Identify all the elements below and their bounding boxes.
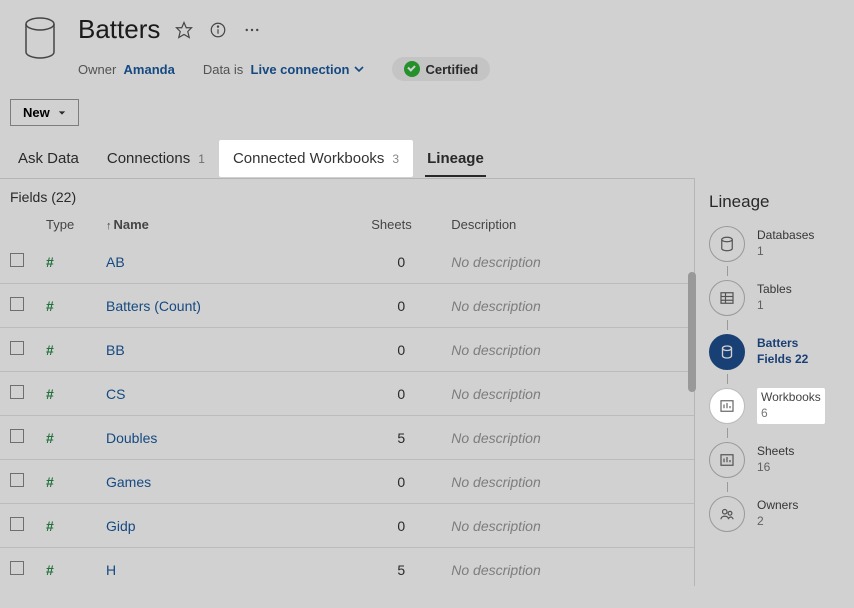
lineage-node-workbooks[interactable]: Workbooks6 xyxy=(709,388,854,424)
datais-label: Data is xyxy=(203,62,243,77)
connection-type-dropdown[interactable]: Live connection xyxy=(251,62,364,77)
info-icon[interactable] xyxy=(208,20,228,40)
row-checkbox[interactable] xyxy=(10,253,24,267)
owner-link[interactable]: Amanda xyxy=(124,62,175,77)
lineage-count: 1 xyxy=(757,298,792,314)
certified-badge: Certified xyxy=(392,57,491,81)
tabs: Ask Data Connections1 Connected Workbook… xyxy=(0,140,854,178)
page-title: Batters xyxy=(78,14,160,45)
tab-lineage[interactable]: Lineage xyxy=(413,140,498,177)
sheets-count: 0 xyxy=(361,460,441,504)
number-type-icon: # xyxy=(46,254,54,270)
sheets-count: 0 xyxy=(361,372,441,416)
sheets-count: 5 xyxy=(361,548,441,587)
lineage-icon xyxy=(709,226,745,262)
lineage-node-sheets[interactable]: Sheets16 xyxy=(709,442,854,478)
row-checkbox[interactable] xyxy=(10,517,24,531)
field-link[interactable]: H xyxy=(106,562,116,578)
lineage-label: Workbooks xyxy=(761,390,821,406)
sheets-count: 0 xyxy=(361,284,441,328)
field-link[interactable]: Doubles xyxy=(106,430,157,446)
field-link[interactable]: Batters (Count) xyxy=(106,298,201,314)
description-text: No description xyxy=(451,562,541,578)
datasource-icon xyxy=(20,14,60,62)
table-row[interactable]: # BB 0 No description xyxy=(0,328,694,372)
table-row[interactable]: # Doubles 5 No description xyxy=(0,416,694,460)
lineage-icon xyxy=(709,442,745,478)
more-icon[interactable] xyxy=(242,20,262,40)
description-text: No description xyxy=(451,518,541,534)
table-row[interactable]: # CS 0 No description xyxy=(0,372,694,416)
number-type-icon: # xyxy=(46,342,54,358)
table-row[interactable]: # Games 0 No description xyxy=(0,460,694,504)
sheets-count: 0 xyxy=(361,504,441,548)
col-sheets[interactable]: Sheets xyxy=(361,209,441,240)
description-text: No description xyxy=(451,342,541,358)
field-link[interactable]: Gidp xyxy=(106,518,136,534)
row-checkbox[interactable] xyxy=(10,561,24,575)
row-checkbox[interactable] xyxy=(10,429,24,443)
lineage-label: Databases xyxy=(757,228,814,244)
sheets-count: 0 xyxy=(361,240,441,284)
table-row[interactable]: # Gidp 0 No description xyxy=(0,504,694,548)
lineage-label: Tables xyxy=(757,282,792,298)
tab-connected-workbooks[interactable]: Connected Workbooks3 xyxy=(219,140,413,177)
description-text: No description xyxy=(451,386,541,402)
lineage-icon xyxy=(709,496,745,532)
table-row[interactable]: # H 5 No description xyxy=(0,548,694,587)
lineage-node-tables[interactable]: Tables1 xyxy=(709,280,854,316)
field-link[interactable]: AB xyxy=(106,254,125,270)
number-type-icon: # xyxy=(46,562,54,578)
fields-table: Type ↑Name Sheets Description # AB 0 No des… xyxy=(0,209,694,586)
description-text: No description xyxy=(451,430,541,446)
lineage-title: Lineage xyxy=(709,192,854,212)
number-type-icon: # xyxy=(46,386,54,402)
lineage-label: Owners xyxy=(757,498,798,514)
table-row[interactable]: # Batters (Count) 0 No description xyxy=(0,284,694,328)
lineage-node-batters[interactable]: BattersFields 22 xyxy=(709,334,854,370)
lineage-label: Sheets xyxy=(757,444,794,460)
scrollbar[interactable] xyxy=(688,272,696,392)
tab-ask-data[interactable]: Ask Data xyxy=(4,140,93,177)
check-badge-icon xyxy=(404,61,420,77)
row-checkbox[interactable] xyxy=(10,385,24,399)
sheets-count: 0 xyxy=(361,328,441,372)
row-checkbox[interactable] xyxy=(10,297,24,311)
description-text: No description xyxy=(451,474,541,490)
field-link[interactable]: CS xyxy=(106,386,125,402)
lineage-count: 16 xyxy=(757,460,794,476)
lineage-count: 1 xyxy=(757,244,814,260)
new-button[interactable]: New xyxy=(10,99,79,126)
number-type-icon: # xyxy=(46,474,54,490)
lineage-label: Batters xyxy=(757,336,808,352)
lineage-count: 2 xyxy=(757,514,798,530)
col-name[interactable]: ↑Name xyxy=(96,209,361,240)
col-description[interactable]: Description xyxy=(441,209,694,240)
row-checkbox[interactable] xyxy=(10,341,24,355)
fields-count: Fields (22) xyxy=(0,179,694,209)
lineage-count: 6 xyxy=(761,406,821,422)
field-link[interactable]: Games xyxy=(106,474,151,490)
description-text: No description xyxy=(451,298,541,314)
sheets-count: 5 xyxy=(361,416,441,460)
lineage-node-owners[interactable]: Owners2 xyxy=(709,496,854,532)
number-type-icon: # xyxy=(46,298,54,314)
field-link[interactable]: BB xyxy=(106,342,125,358)
owner-label: Owner xyxy=(78,62,116,77)
number-type-icon: # xyxy=(46,430,54,446)
lineage-icon xyxy=(709,280,745,316)
description-text: No description xyxy=(451,254,541,270)
lineage-count: Fields 22 xyxy=(757,352,808,368)
star-icon[interactable] xyxy=(174,20,194,40)
lineage-icon xyxy=(709,334,745,370)
table-row[interactable]: # AB 0 No description xyxy=(0,240,694,284)
lineage-icon xyxy=(709,388,745,424)
row-checkbox[interactable] xyxy=(10,473,24,487)
tab-connections[interactable]: Connections1 xyxy=(93,140,219,177)
col-type[interactable]: Type xyxy=(36,209,96,240)
number-type-icon: # xyxy=(46,518,54,534)
lineage-node-databases[interactable]: Databases1 xyxy=(709,226,854,262)
